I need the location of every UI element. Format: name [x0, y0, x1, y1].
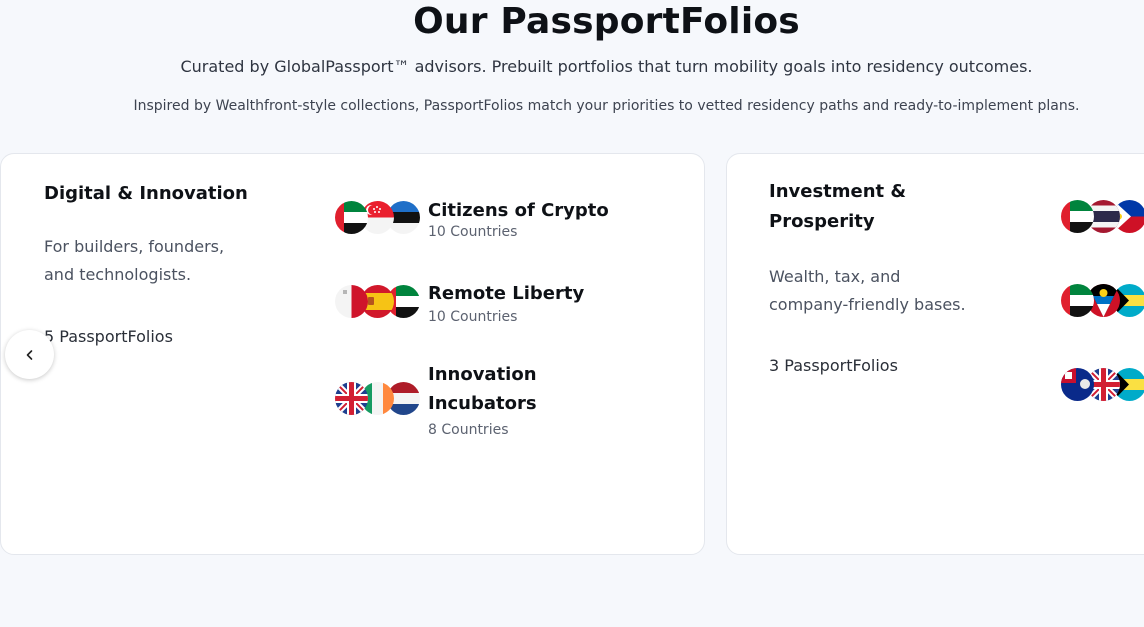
page-description: Inspired by Wealthfront-style collection…	[133, 98, 1080, 114]
flag-group	[1061, 368, 1144, 402]
category-card-investment-prosperity: Investment & Prosperity Wealth, tax, and…	[726, 153, 1144, 555]
cayman-flag-icon	[1061, 368, 1094, 401]
page-subtitle: Curated by GlobalPassport™ advisors. Pre…	[180, 57, 1033, 76]
uae-flag-icon	[1061, 284, 1094, 317]
folio-country-count: 10 Countries	[428, 309, 518, 325]
uk-flag-icon	[335, 382, 368, 415]
folio-remote-liberty[interactable]: Remote Liberty 10 Countries	[335, 282, 635, 332]
folio-innovation-incubators[interactable]: Innovation Incubators 8 Countries	[335, 360, 635, 450]
uae-flag-icon	[1061, 200, 1094, 233]
category-folio-count: 5 PassportFolios	[44, 327, 173, 346]
folio-investment-3[interactable]	[1061, 368, 1144, 408]
folio-country-count: 10 Countries	[428, 224, 518, 240]
uae-flag-icon	[335, 201, 368, 234]
folio-name: Innovation	[428, 364, 537, 385]
category-card-digital-innovation: Digital & Innovation For builders, found…	[0, 153, 705, 555]
category-folio-count: 3 PassportFolios	[769, 356, 898, 375]
folio-citizens-of-crypto[interactable]: Citizens of Crypto 10 Countries	[335, 198, 635, 248]
flag-group	[335, 382, 425, 416]
category-description: Wealth, tax, and company-friendly bases.	[769, 267, 966, 314]
flag-group	[335, 201, 425, 235]
carousel-prev-button[interactable]	[5, 330, 54, 379]
flag-group	[335, 285, 425, 319]
category-description: For builders, founders, and technologist…	[44, 237, 225, 284]
flag-group	[1061, 200, 1144, 234]
chevron-left-icon	[26, 349, 32, 360]
folio-name: Citizens of Crypto	[428, 200, 609, 221]
category-title: Investment & Prosperity	[769, 181, 907, 232]
folio-investment-2[interactable]	[1061, 284, 1144, 324]
page-title: Our PassportFolios	[413, 1, 800, 42]
folio-investment-1[interactable]	[1061, 200, 1144, 240]
folio-country-count: 8 Countries	[428, 422, 509, 438]
folio-name: Remote Liberty	[428, 283, 585, 304]
malta-flag-icon	[335, 285, 368, 318]
flag-group	[1061, 284, 1144, 318]
category-title: Digital & Innovation	[44, 183, 248, 204]
folio-name-line2: Incubators	[428, 393, 537, 414]
